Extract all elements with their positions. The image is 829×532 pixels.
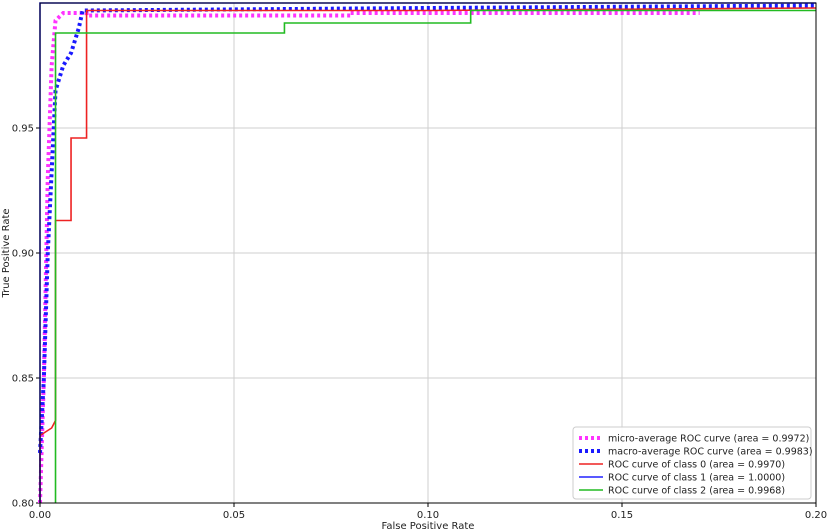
legend-entry-3: ROC curve of class 1 (area = 1.0000): [608, 473, 785, 484]
y-axis-label: True Positive Rate: [1, 208, 12, 298]
x-tick-label: 0.05: [223, 510, 245, 521]
y-tick-label: 0.80: [12, 499, 34, 510]
y-tick-label: 0.95: [12, 124, 34, 135]
x-tick-label: 0.00: [29, 510, 51, 521]
legend-entry-1: macro-average ROC curve (area = 0.9983): [608, 447, 813, 458]
legend-entry-0: micro-average ROC curve (area = 0.9972): [608, 434, 809, 445]
x-tick-label: 0.15: [611, 510, 633, 521]
x-axis-label: False Positive Rate: [382, 521, 475, 532]
x-tick-label: 0.20: [805, 510, 827, 521]
legend-entry-2: ROC curve of class 0 (area = 0.9970): [608, 460, 785, 471]
y-tick-label: 0.85: [12, 374, 34, 385]
legend: micro-average ROC curve (area = 0.9972) m…: [572, 426, 813, 500]
roc-chart: 0.00 0.05 0.10 0.15 0.20 0.80 0.85 0.90 0.95 Fal…: [1, 2, 827, 532]
legend-entry-4: ROC curve of class 2 (area = 0.9968): [608, 486, 785, 497]
y-tick-label: 0.90: [12, 249, 34, 260]
x-tick-label: 0.10: [417, 510, 439, 521]
